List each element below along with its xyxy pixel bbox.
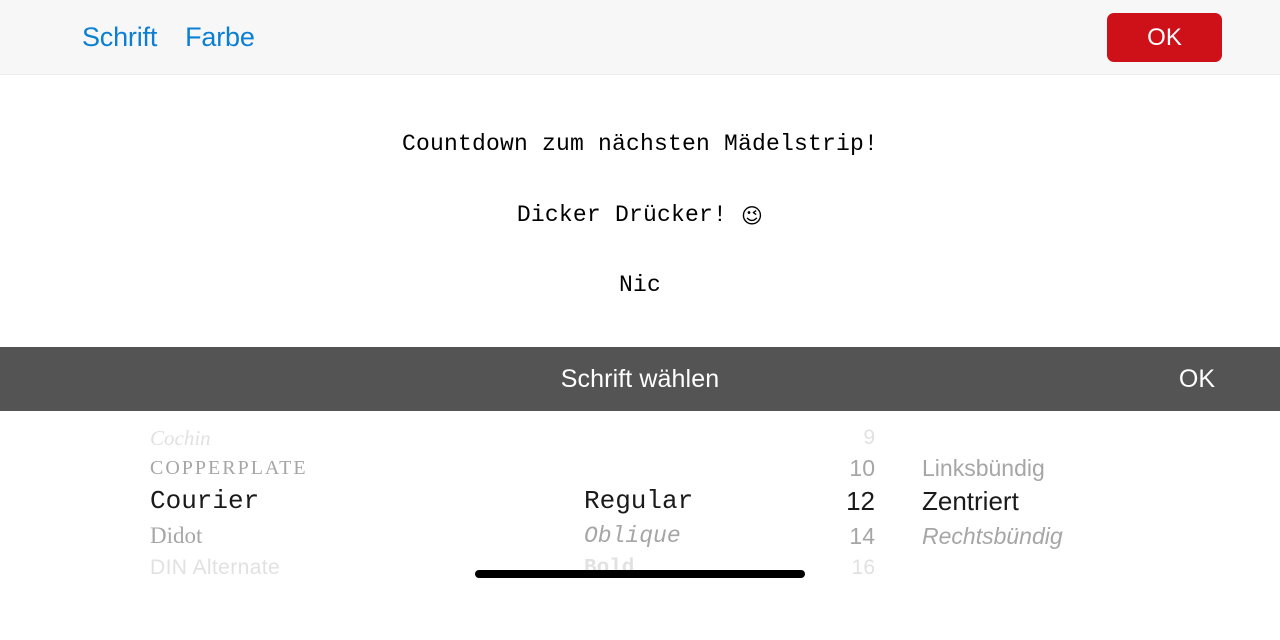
document-line-3: Nic — [618, 272, 661, 298]
bottom-safe-area — [0, 578, 1280, 640]
document-line-2-text: Dicker Drücker! — [516, 201, 741, 228]
top-navigation-bar: Schrift Farbe OK — [0, 0, 1280, 75]
picker-title: Schrift wählen — [560, 364, 720, 393]
document-canvas[interactable]: Countdown zum nächsten Mädelstrip! Dicke… — [0, 75, 1280, 347]
picker-item-size-14[interactable]: 14 — [760, 519, 875, 553]
picker-column-font-family[interactable]: Cochin Copperplate Courier Didot DIN Alt… — [150, 411, 550, 579]
picker-column-alignment[interactable]: Linksbündig Zentriert Rechtsbündig — [922, 411, 1242, 578]
document-line-2: Dicker Drücker! 😉 — [0, 201, 1280, 228]
picker-item-rechtsbuendig[interactable]: Rechtsbündig — [922, 519, 1242, 553]
picker-item-linksbuendig[interactable]: Linksbündig — [922, 451, 1242, 485]
picker-ok-button[interactable]: OK — [1179, 347, 1215, 411]
picker-item-copperplate[interactable]: Copperplate — [150, 451, 550, 485]
picker-item-cochin[interactable]: Cochin — [150, 421, 550, 455]
picker-item-courier[interactable]: Courier — [150, 484, 550, 518]
picker-item-zentriert[interactable]: Zentriert — [922, 484, 1242, 518]
navbar-link-group: Schrift Farbe — [82, 0, 255, 75]
document-text-block: Countdown zum nächsten Mädelstrip! Dicke… — [0, 86, 1280, 345]
home-indicator[interactable] — [475, 570, 805, 578]
picker-item-align-blank-bottom[interactable] — [922, 551, 1242, 578]
nav-link-schrift[interactable]: Schrift — [82, 24, 157, 51]
picker-item-size-9[interactable]: 9 — [760, 421, 875, 455]
nav-link-farbe[interactable]: Farbe — [185, 24, 255, 51]
picker-item-size-12[interactable]: 12 — [760, 484, 875, 518]
picker-toolbar: Schrift wählen OK — [0, 347, 1280, 411]
picker-item-size-10[interactable]: 10 — [760, 451, 875, 485]
winking-face-emoji: 😉 — [740, 203, 764, 228]
picker-item-align-blank-top[interactable] — [922, 421, 1242, 455]
picker-wheels: Cochin Copperplate Courier Didot DIN Alt… — [0, 411, 1280, 578]
document-line-1: Countdown zum nächsten Mädelstrip! — [401, 131, 879, 157]
app-root: Schrift Farbe OK Countdown zum nächsten … — [0, 0, 1280, 640]
navbar-ok-button[interactable]: OK — [1107, 13, 1222, 62]
picker-column-font-size[interactable]: 9 10 12 14 16 — [760, 411, 875, 578]
picker-item-didot[interactable]: Didot — [150, 519, 550, 553]
